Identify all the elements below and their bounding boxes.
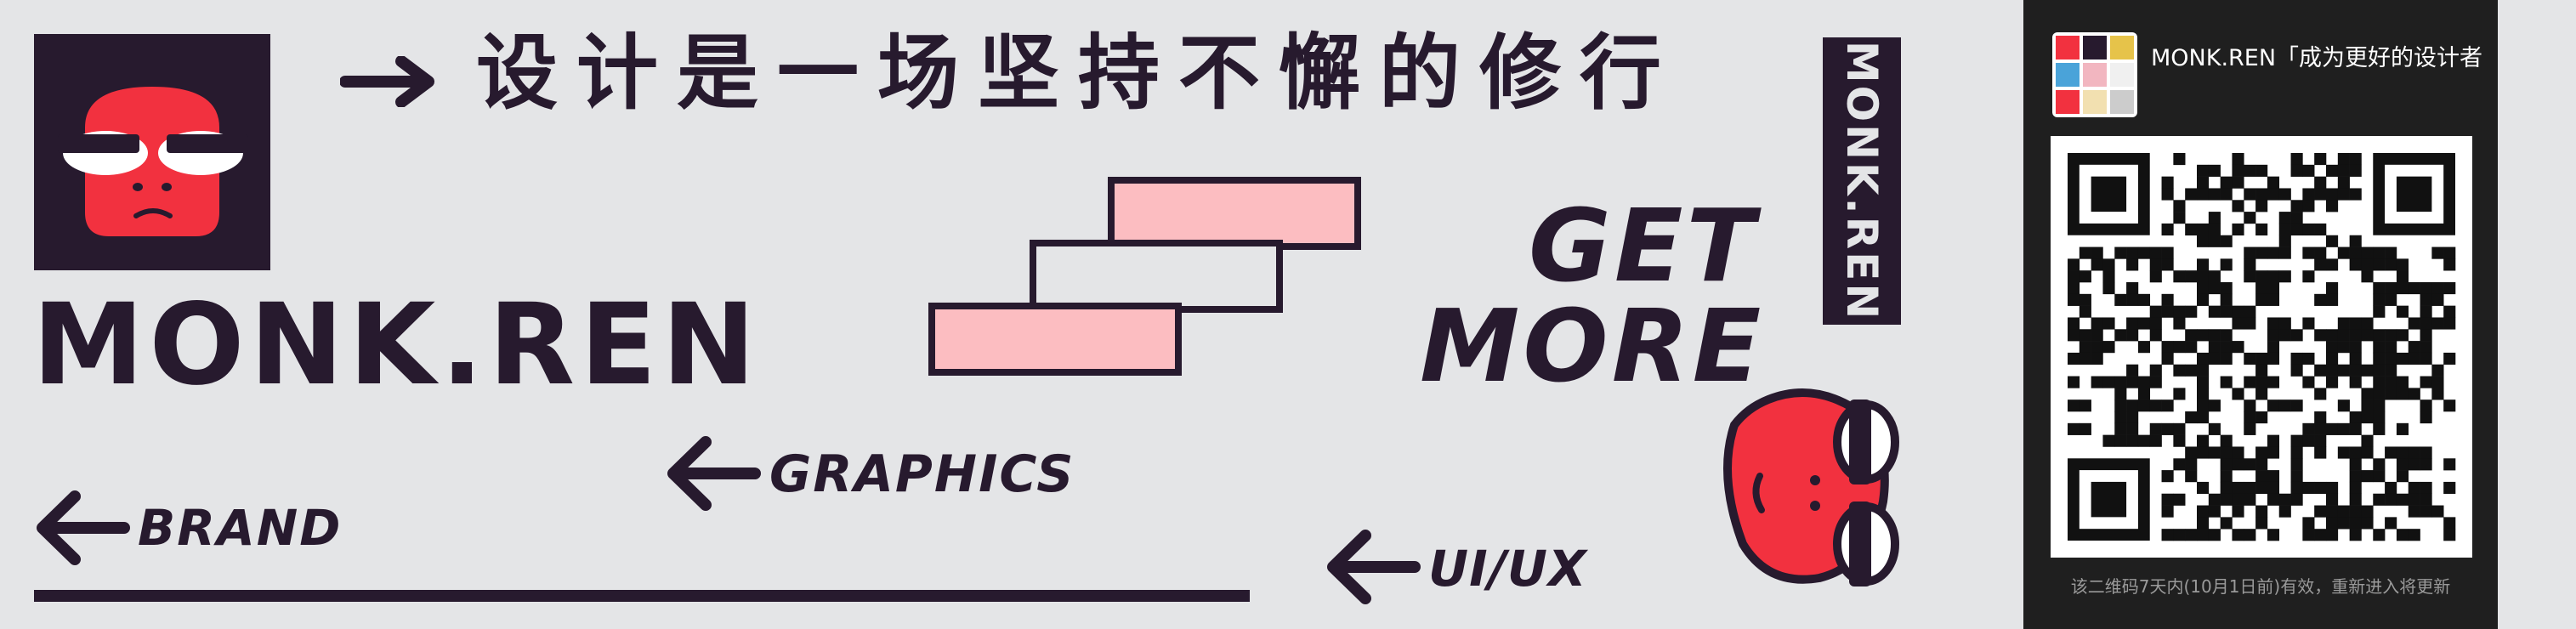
qr-panel-edge: [2498, 0, 2576, 629]
brand-title: MONK.REN: [32, 280, 761, 411]
label-uiux: UI/UX: [1428, 540, 1587, 598]
baseline-bar: [34, 590, 1250, 602]
headline-get: GET: [1529, 187, 1758, 304]
arrow-right-icon: [340, 56, 434, 107]
avatar-grid-icon: [2056, 36, 2134, 114]
arrow-left-icon: [1327, 530, 1421, 604]
label-brand: BRAND: [138, 499, 343, 557]
logo-box: [34, 34, 270, 270]
stacked-bars-graphic: [928, 177, 1361, 376]
monkey-logo-icon: [58, 87, 248, 236]
arrow-left-icon: [667, 436, 761, 511]
avatar: [2052, 32, 2137, 117]
qr-code-icon: [2068, 153, 2456, 541]
label-graphics: GRAPHICS: [769, 445, 1075, 504]
monkey-face-icon: [1723, 388, 1899, 586]
qr-code[interactable]: [2051, 136, 2472, 558]
qr-expiry-note: 该二维码7天内(10月1日前)有效，重新进入将更新: [2070, 576, 2451, 597]
qr-account-name: MONK.REN「成为更好的设计者: [2151, 45, 2483, 71]
slogan: 设计是一场坚持不懈的修行: [476, 26, 1680, 121]
arrow-left-icon: [37, 490, 130, 565]
vertical-badge-text: MONK.REN: [1837, 40, 1887, 322]
